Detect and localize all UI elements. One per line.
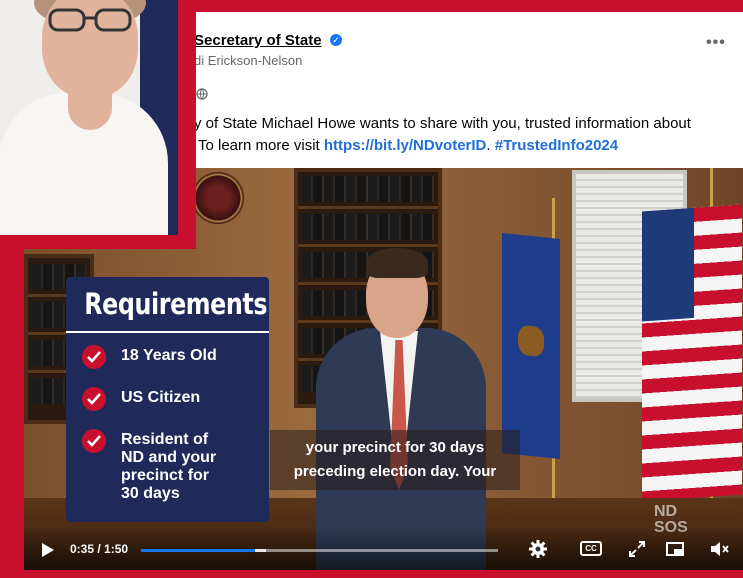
time-display: 0:35 / 1:50 xyxy=(70,542,129,556)
progress-bar[interactable] xyxy=(141,549,498,552)
video-caption: your precinct for 30 days preceding elec… xyxy=(270,430,520,490)
us-flag xyxy=(642,204,742,502)
hashtag-link[interactable]: #TrustedInfo2024 xyxy=(495,137,618,154)
check-icon xyxy=(82,345,106,369)
caption-line2: preceding election day. Your xyxy=(293,463,497,480)
caption-line1: your precinct for 30 days xyxy=(305,439,485,456)
video-controls: 0:35 / 1:50 CC xyxy=(24,526,743,570)
requirements-divider xyxy=(66,331,269,333)
watermark-line1: ND xyxy=(654,503,678,520)
requirement-label: US Citizen xyxy=(121,389,201,406)
settings-icon[interactable] xyxy=(527,538,549,560)
more-options-button[interactable]: ••• xyxy=(706,34,726,52)
post-text-line1: y of State Michael Howe wants to share w… xyxy=(194,115,691,132)
fullscreen-icon[interactable] xyxy=(626,538,648,560)
check-icon xyxy=(82,429,106,453)
requirement-label: 18 Years Old xyxy=(121,347,217,364)
post-text-prefix: To learn more visit xyxy=(198,137,324,154)
speaker-hair xyxy=(366,248,428,278)
host-photo xyxy=(0,0,178,235)
requirements-title: Requirements xyxy=(84,287,268,321)
pip-icon[interactable] xyxy=(664,538,686,560)
requirement-label: Resident of ND and your precinct for 30 … xyxy=(121,431,217,502)
play-icon[interactable] xyxy=(42,543,54,557)
nd-flag xyxy=(502,232,560,460)
globe-icon xyxy=(196,88,208,100)
cc-icon[interactable]: CC xyxy=(580,541,602,556)
voter-id-link[interactable]: https://bit.ly/NDvoterID xyxy=(324,137,487,154)
host-photo-frame xyxy=(0,0,196,249)
page-name-link[interactable]: Secretary of State xyxy=(194,32,322,49)
requirements-card: Requirements 18 Years Old US Citizen Res… xyxy=(66,277,269,522)
check-icon xyxy=(82,387,106,411)
post-text-separator: . xyxy=(486,137,495,154)
verified-icon: ✓ xyxy=(330,34,342,46)
progress-fill xyxy=(141,549,255,552)
glasses xyxy=(48,8,132,32)
volume-icon[interactable] xyxy=(708,538,730,560)
post-author[interactable]: di Erickson-Nelson xyxy=(194,53,302,68)
post-text-line2: To learn more visit https://bit.ly/NDvot… xyxy=(198,137,618,154)
state-seal xyxy=(192,172,244,224)
